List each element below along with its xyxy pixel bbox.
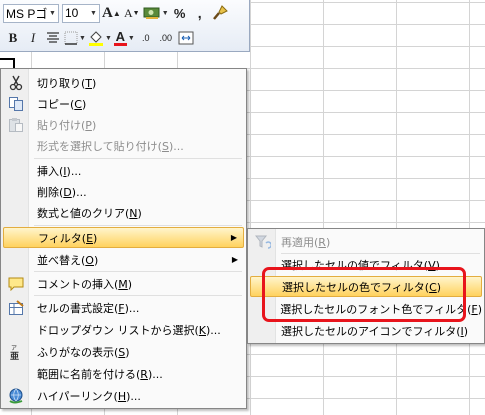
filter-submenu: 再適用(R) 選択したセルの値でフィルタ(V) 選択したセルの色でフィルタ(C)… bbox=[247, 228, 485, 344]
borders-button[interactable]: ▼ bbox=[64, 28, 86, 48]
format-painter-button[interactable] bbox=[211, 3, 229, 23]
menu-item-paste[interactable]: 貼り付け(P) bbox=[3, 114, 244, 135]
insert-comment-icon bbox=[8, 277, 24, 291]
percent-style-button[interactable]: % bbox=[171, 3, 189, 23]
grow-font-icon: A bbox=[102, 4, 113, 21]
currency-icon bbox=[143, 7, 160, 19]
shrink-font-button[interactable]: A ▼ bbox=[123, 3, 141, 23]
percent-icon: % bbox=[173, 5, 186, 21]
menu-item-insert-comment[interactable]: コメントの挿入(M) bbox=[3, 273, 244, 294]
italic-button[interactable]: I bbox=[24, 28, 42, 48]
chevron-down-icon: ▼ bbox=[49, 9, 56, 17]
mini-toolbar-row-2: B I ▼ ▼ A ▼ .0 .00 bbox=[0, 26, 195, 50]
decrease-decimal-icon: .00 bbox=[159, 33, 173, 43]
menu-item-format-cells[interactable]: セルの書式設定(F)... bbox=[3, 297, 244, 318]
submenu-item-filter-by-value[interactable]: 選択したセルの値でフィルタ(V) bbox=[250, 254, 482, 275]
menu-item-insert[interactable]: 挿入(I)... bbox=[3, 160, 244, 181]
menu-item-label: 挿入( bbox=[37, 164, 64, 178]
font-size-combo[interactable]: 10 ▼ bbox=[62, 3, 100, 23]
hyperlink-icon bbox=[9, 388, 23, 403]
borders-icon bbox=[64, 31, 78, 45]
submenu-item-label: 選択したセルの値でフィルタ( bbox=[281, 258, 429, 272]
menu-item-label: 形式を選択して貼り付け( bbox=[37, 139, 162, 153]
submenu-item-filter-by-cell-color[interactable]: 選択したセルの色でフィルタ(C) bbox=[250, 276, 482, 297]
furigana-icon: ア 亜 bbox=[10, 345, 19, 360]
decrease-decimal-button[interactable]: .00 bbox=[157, 28, 175, 48]
menu-item-clear-contents[interactable]: 数式と値のクリア(N) bbox=[3, 202, 244, 223]
menu-item-copy[interactable]: コピー(C) bbox=[3, 93, 244, 114]
menu-item-pick-from-list[interactable]: ドロップダウン リストから選択(K)... bbox=[3, 319, 244, 340]
menu-item-cut[interactable]: 切り取り(T) bbox=[3, 72, 244, 93]
font-color-icon: A bbox=[115, 28, 126, 44]
menu-item-label: フィルタ( bbox=[38, 231, 87, 245]
menu-item-sort[interactable]: 並べ替え(O) ▶ bbox=[3, 249, 244, 270]
menu-separator bbox=[34, 295, 242, 296]
menu-item-label: 並べ替え( bbox=[37, 253, 86, 267]
svg-text:ア: ア bbox=[11, 345, 17, 352]
submenu-item-filter-by-font-color[interactable]: 選択したセルのフォント色でフィルタ(F) bbox=[250, 298, 482, 319]
center-align-icon bbox=[47, 32, 59, 43]
menu-item-label: ハイパーリンク( bbox=[37, 389, 118, 403]
menu-item-label: ドロップダウン リストから選択( bbox=[37, 323, 199, 337]
menu-separator bbox=[34, 271, 242, 272]
menu-item-label: セルの書式設定( bbox=[37, 301, 119, 315]
svg-text:亜: 亜 bbox=[10, 351, 19, 360]
submenu-item-label: 再適用( bbox=[281, 235, 319, 249]
menu-item-label: 数式と値のクリア( bbox=[37, 206, 130, 220]
menu-item-label: ふりがなの表示( bbox=[37, 345, 119, 359]
menu-item-label: 貼り付け( bbox=[37, 118, 86, 132]
mini-toolbar-row-1: MS Pゴ ▼ 10 ▼ A ▲ A ▼ ▼ % , bbox=[0, 1, 229, 25]
submenu-item-label: 選択したセルのフォント色でフィルタ( bbox=[280, 302, 472, 316]
submenu-arrow-icon: ▶ bbox=[231, 255, 238, 264]
submenu-item-filter-by-icon[interactable]: 選択したセルのアイコンでフィルタ(I) bbox=[250, 320, 482, 341]
menu-item-hyperlink[interactable]: ハイパーリンク(H)... bbox=[3, 385, 244, 406]
font-name-value: MS Pゴ bbox=[6, 6, 47, 21]
copy-icon bbox=[9, 96, 23, 111]
reapply-filter-icon bbox=[255, 235, 271, 249]
bold-button[interactable]: B bbox=[4, 28, 22, 48]
menu-item-show-furigana[interactable]: ア 亜 ふりがなの表示(S) bbox=[3, 341, 244, 362]
center-align-button[interactable] bbox=[44, 28, 62, 48]
bold-icon: B bbox=[8, 30, 18, 45]
font-color-button[interactable]: A ▼ bbox=[113, 28, 135, 48]
submenu-arrow-icon: ▶ bbox=[230, 233, 237, 242]
context-menu: 切り取り(T) コピー(C) 貼り付け(P) 形式を選択して貼り付け(S)...… bbox=[0, 68, 247, 409]
italic-icon: I bbox=[30, 30, 36, 45]
menu-item-filter[interactable]: フィルタ(E) ▶ bbox=[3, 227, 244, 248]
menu-item-define-name[interactable]: 範囲に名前を付ける(R)... bbox=[3, 363, 244, 384]
increase-decimal-button[interactable]: .0 bbox=[137, 28, 155, 48]
font-name-combo[interactable]: MS Pゴ ▼ bbox=[3, 3, 59, 23]
menu-separator bbox=[34, 158, 242, 159]
currency-format-button[interactable]: ▼ bbox=[143, 3, 169, 23]
format-painter-icon bbox=[212, 5, 228, 20]
font-size-value: 10 bbox=[65, 6, 79, 20]
fill-color-icon bbox=[88, 31, 103, 46]
chevron-down-icon: ▼ bbox=[90, 9, 97, 17]
paste-icon bbox=[9, 117, 23, 132]
submenu-item-label: 選択したセルの色でフィルタ( bbox=[282, 280, 430, 294]
increase-decimal-icon: .0 bbox=[142, 33, 150, 43]
menu-item-delete[interactable]: 削除(D)... bbox=[3, 181, 244, 202]
menu-item-label: コピー( bbox=[37, 97, 75, 111]
merge-center-icon bbox=[178, 31, 194, 45]
submenu-item-reapply[interactable]: 再適用(R) bbox=[250, 231, 482, 252]
menu-item-paste-special[interactable]: 形式を選択して貼り付け(S)... bbox=[3, 135, 244, 156]
fill-color-button[interactable]: ▼ bbox=[88, 28, 112, 48]
scissors-icon bbox=[9, 75, 23, 90]
menu-item-label: 範囲に名前を付ける( bbox=[37, 367, 141, 381]
comma-style-button[interactable]: , bbox=[191, 3, 209, 23]
menu-item-label: コメントの挿入( bbox=[37, 277, 119, 291]
merge-center-button[interactable] bbox=[177, 28, 195, 48]
comma-icon: , bbox=[197, 5, 202, 21]
shrink-font-icon: A bbox=[123, 5, 133, 20]
grow-font-button[interactable]: A ▲ bbox=[102, 3, 121, 23]
menu-item-label: 削除( bbox=[37, 185, 64, 199]
menu-item-label: 切り取り( bbox=[37, 76, 86, 90]
mini-toolbar: MS Pゴ ▼ 10 ▼ A ▲ A ▼ ▼ % , B I ▼ ▼ A ▼ .… bbox=[0, 0, 250, 52]
format-cells-icon bbox=[9, 299, 24, 315]
submenu-item-label: 選択したセルのアイコンでフィルタ( bbox=[281, 324, 461, 338]
menu-separator bbox=[34, 225, 242, 226]
